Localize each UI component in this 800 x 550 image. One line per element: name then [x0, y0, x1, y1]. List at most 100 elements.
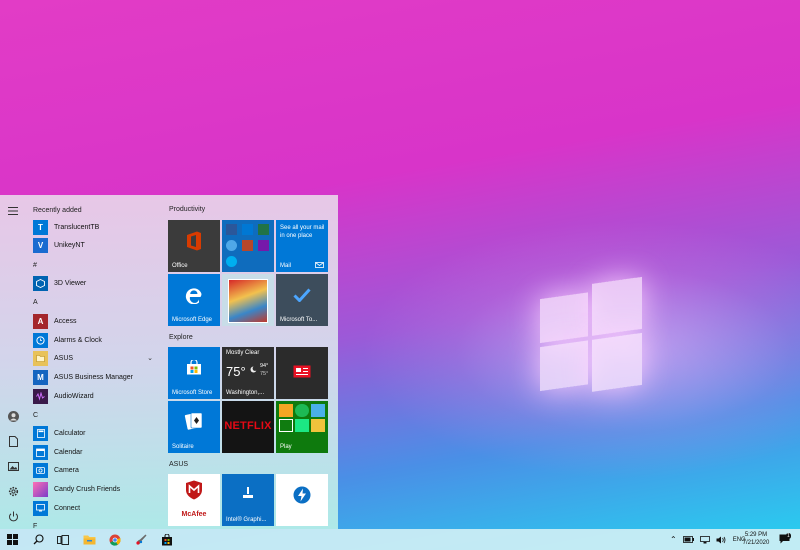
envelope-icon: [315, 262, 324, 268]
search-button[interactable]: [30, 532, 46, 547]
game-cover-image: [228, 279, 268, 323]
intel-graphics-tile[interactable]: Intel® Graphi...: [222, 474, 274, 526]
candy-crush-icon: [33, 481, 48, 497]
settings-button[interactable]: [5, 483, 21, 499]
taskbar-store[interactable]: [159, 532, 175, 547]
hamburger-menu-button[interactable]: [5, 203, 21, 219]
candy-crush-icon: [279, 404, 293, 417]
clock-time: 5:29 PM: [744, 532, 768, 538]
app-item-unikeynt[interactable]: V UnikeyNT: [33, 237, 157, 253]
solitaire-tile[interactable]: Solitaire: [168, 401, 220, 453]
windows-logo-wallpaper: [540, 273, 642, 392]
disney-icon: [311, 404, 325, 417]
game-tile[interactable]: [222, 274, 274, 326]
paint-brush-icon: [136, 534, 147, 545]
app-item-alarms[interactable]: Alarms & Clock: [33, 332, 157, 348]
app-item-connect[interactable]: Connect: [33, 500, 157, 516]
spotify-icon: [295, 404, 309, 417]
battery-icon[interactable]: [682, 536, 694, 543]
group-header-explore: Explore: [169, 334, 193, 341]
todo-tile[interactable]: Microsoft To...: [276, 274, 328, 326]
app-label: Access: [54, 317, 77, 325]
start-left-rail: [0, 195, 26, 529]
unikey-icon: V: [33, 237, 48, 253]
taskbar: ⌃ ENG 5:29 PM 7/21/2020 1: [0, 529, 800, 550]
store-bag-icon: [162, 533, 172, 545]
power-icon: [8, 511, 18, 521]
clock-date: 7/21/2020: [742, 540, 770, 546]
mcafee-tile[interactable]: McAfee: [168, 474, 220, 526]
app-item-candy-crush[interactable]: Candy Crush Friends: [33, 481, 157, 497]
action-center-button[interactable]: 1: [779, 533, 793, 546]
app-item-translucenttb[interactable]: T TranslucentTB: [33, 219, 157, 235]
cards-icon: [184, 412, 203, 430]
game-icon: [311, 419, 325, 432]
alarm-clock-icon: [33, 332, 48, 348]
app-item-3d-viewer[interactable]: 3D Viewer: [33, 275, 157, 291]
xbox-icon: [279, 419, 293, 432]
office-apps-folder-tile[interactable]: [222, 220, 274, 272]
taskbar-file-explorer[interactable]: [81, 532, 97, 547]
excel-icon: [258, 224, 269, 235]
taskbar-chrome[interactable]: [107, 532, 123, 547]
tile-label: Mail: [280, 263, 292, 269]
mcafee-label: McAfee: [181, 511, 207, 518]
office-tile[interactable]: Office: [168, 220, 220, 272]
tile-area: Productivity Office See all your mail in…: [168, 195, 333, 529]
news-tile[interactable]: [276, 347, 328, 399]
app-label: Candy Crush Friends: [54, 485, 121, 493]
user-account-button[interactable]: [5, 408, 21, 424]
mail-tile[interactable]: See all your mail in one place Mail: [276, 220, 328, 272]
news-icon: [293, 365, 311, 378]
store-bag-icon: [187, 360, 201, 375]
pictures-button[interactable]: [5, 458, 21, 474]
thunderbolt-icon: [293, 486, 311, 504]
edge-icon: [185, 288, 202, 304]
app-folder-asus[interactable]: ASUS ⌄: [33, 350, 157, 366]
mail-promo-text: See all your mail in one place: [280, 225, 325, 239]
taskbar-paint[interactable]: [133, 532, 149, 547]
onedrive-icon: [226, 240, 237, 251]
app-item-camera[interactable]: Camera: [33, 462, 157, 478]
access-icon: A: [33, 313, 48, 329]
app-item-calendar[interactable]: Calendar: [33, 444, 157, 460]
app-list: Recently added T TranslucentTB V UnikeyN…: [28, 195, 160, 529]
app-item-audiowizard[interactable]: AudioWizard: [33, 388, 157, 404]
letter-header-a[interactable]: A: [33, 299, 38, 306]
tile-label: Solitaire: [172, 444, 194, 450]
weather-temperature: 75°: [226, 364, 246, 379]
edge-tile[interactable]: Microsoft Edge: [168, 274, 220, 326]
app-item-access[interactable]: A Access: [33, 313, 157, 329]
tile-label: Intel® Graphi...: [226, 517, 267, 523]
app-item-asus-business-manager[interactable]: M ASUS Business Manager: [33, 369, 157, 385]
network-icon[interactable]: [699, 535, 710, 544]
app-label: TranslucentTB: [54, 223, 100, 231]
task-view-icon: [57, 534, 69, 545]
gear-icon: [8, 486, 18, 496]
task-view-button[interactable]: [55, 532, 71, 547]
asus-business-icon: M: [33, 369, 48, 385]
clock[interactable]: 5:29 PM 7/21/2020: [738, 531, 774, 547]
start-button[interactable]: [4, 532, 20, 547]
letter-header-hash[interactable]: #: [33, 262, 37, 269]
weather-tile[interactable]: Mostly Clear 75° 94° 75° Washington,...: [222, 347, 274, 399]
word-icon: [226, 224, 237, 235]
thunderbolt-tile[interactable]: [276, 474, 328, 526]
app-item-calculator[interactable]: Calculator: [33, 425, 157, 441]
show-hidden-icons-button[interactable]: ⌃: [670, 535, 677, 544]
office-icon: [187, 231, 201, 251]
onenote-icon: [258, 240, 269, 251]
netflix-tile[interactable]: NETFLIX: [222, 401, 274, 453]
folder-icon: [33, 350, 48, 366]
app-label: Calendar: [54, 448, 83, 456]
store-tile[interactable]: Microsoft Store: [168, 347, 220, 399]
power-button[interactable]: [5, 508, 21, 524]
play-folder-tile[interactable]: Play: [276, 401, 328, 453]
documents-button[interactable]: [5, 433, 21, 449]
intel-graphics-icon: [243, 487, 253, 498]
volume-icon[interactable]: [716, 536, 726, 544]
letter-header-c[interactable]: C: [33, 412, 38, 419]
tile-label: Microsoft Edge: [172, 317, 213, 323]
app-label: Connect: [54, 504, 81, 512]
app-label: Alarms & Clock: [54, 336, 102, 344]
